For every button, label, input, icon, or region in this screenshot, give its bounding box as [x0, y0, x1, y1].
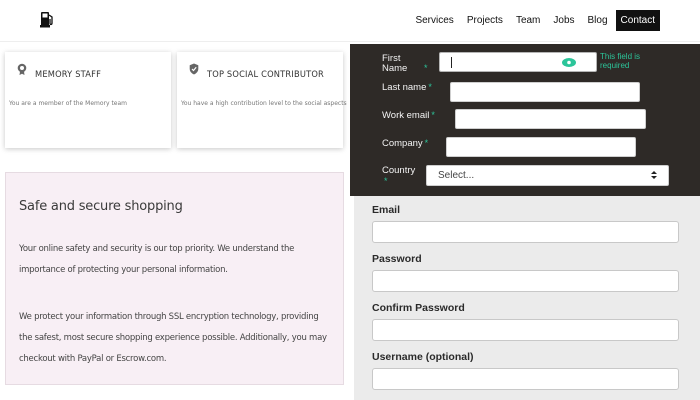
first-name-input[interactable] [439, 52, 597, 72]
nav-jobs-link[interactable]: Jobs [548, 11, 579, 30]
confirm-password-label: Confirm Password [372, 302, 465, 314]
shield-check-icon [189, 63, 199, 75]
eye-icon[interactable] [562, 58, 576, 67]
top-social-contributor-card: TOP SOCIAL CONTRIBUTOR You have a high c… [177, 52, 347, 148]
nav-services-link[interactable]: Services [410, 11, 458, 30]
secure-shopping-panel: Safe and secure shopping Your online saf… [5, 172, 344, 385]
nav-projects-link[interactable]: Projects [462, 11, 508, 30]
required-marker: * [384, 176, 388, 186]
select-arrows-icon [651, 171, 657, 179]
required-marker: * [428, 82, 432, 92]
required-tooltip: This field is required [600, 52, 641, 70]
required-marker: * [424, 63, 428, 73]
country-select[interactable]: Select... [426, 165, 669, 186]
email-label: Email [372, 204, 401, 216]
work-email-input[interactable] [455, 109, 646, 129]
required-marker: * [431, 110, 435, 120]
contact-form-dark: First Name * This field is required Last … [350, 44, 700, 196]
card-description: You have a high contribution level to th… [181, 100, 347, 107]
secure-shopping-paragraph: Your online safety and security is our t… [19, 244, 295, 275]
last-name-input[interactable] [450, 82, 640, 102]
last-name-label: Last name * [382, 82, 432, 93]
first-name-label: First Name * [382, 53, 428, 74]
card-description: You are a member of the Memory team [9, 100, 128, 107]
nav-contact-link[interactable]: Contact [615, 10, 660, 31]
gas-pump-icon[interactable] [40, 10, 54, 28]
work-email-label: Work email * [382, 110, 435, 121]
main-nav: Services Projects Team Jobs Blog Contact [407, 10, 660, 31]
badge-icon [17, 63, 27, 75]
company-input[interactable] [446, 137, 636, 157]
password-label: Password [372, 253, 422, 265]
company-label: Company * [382, 138, 429, 149]
password-input[interactable] [372, 270, 679, 292]
card-title: MEMORY STAFF [35, 70, 102, 80]
secure-shopping-title: Safe and secure shopping [19, 199, 183, 214]
username-label: Username (optional) [372, 351, 474, 363]
username-input[interactable] [372, 368, 679, 390]
country-select-value: Select... [438, 170, 475, 181]
required-marker: * [424, 138, 429, 148]
country-label: Country * [382, 165, 416, 187]
confirm-password-input[interactable] [372, 319, 679, 341]
email-input[interactable] [372, 221, 679, 243]
nav-blog-link[interactable]: Blog [583, 11, 613, 30]
account-form: Email Password Confirm Password Username… [354, 196, 700, 400]
text-cursor [451, 57, 452, 68]
card-title: TOP SOCIAL CONTRIBUTOR [207, 70, 324, 80]
top-navbar: Services Projects Team Jobs Blog Contact [0, 0, 700, 42]
nav-team-link[interactable]: Team [511, 11, 545, 30]
memory-staff-card: MEMORY STAFF You are a member of the Mem… [5, 52, 171, 148]
secure-shopping-paragraph: We protect your information through SSL … [19, 312, 327, 364]
